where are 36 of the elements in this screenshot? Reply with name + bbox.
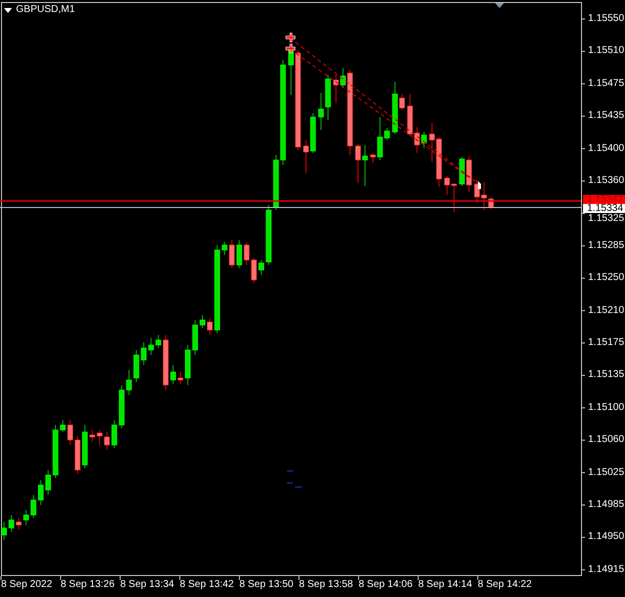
price-axis-label: 1.15435 — [588, 111, 624, 122]
price-axis-label: 1.15475 — [588, 78, 624, 89]
arrow-marker-icon — [478, 181, 481, 189]
price-axis-label: 1.14950 — [588, 532, 624, 542]
time-axis-label: 8 Sep 14:06 — [358, 579, 413, 591]
dropdown-triangle-icon[interactable] — [4, 8, 12, 12]
price-axis-label: 1.15100 — [588, 402, 624, 413]
time-axis-label: 8 Sep 13:26 — [60, 579, 115, 591]
time-axis-label: 8 Sep 13:50 — [239, 579, 294, 591]
time-axis-label: 8 Sep 14:14 — [418, 579, 472, 591]
price-axis-label: 1.15210 — [588, 306, 624, 316]
triangle-marker-icon — [495, 3, 504, 8]
time-axis-label: 8 Sep 13:42 — [180, 579, 234, 591]
price-axis-label: 1.15400 — [588, 144, 624, 154]
price-axis-label: 1.15360 — [588, 176, 624, 186]
price-axis-label: 1.15175 — [588, 338, 624, 348]
cross-marker-icon — [286, 32, 296, 42]
bid-price-label: 1.15342 — [583, 195, 625, 204]
last-price-label: 1.15334 — [583, 204, 625, 213]
time-axis-label: 8 Sep 13:34 — [120, 579, 174, 591]
time-axis-label: 8 Sep 13:58 — [299, 579, 353, 591]
price-axis-label: 1.15550 — [588, 14, 624, 24]
price-axis-label: 1.15060 — [588, 435, 624, 446]
volume-marks-drawing — [286, 470, 302, 488]
chart-title: GBPUSD,M1 — [16, 4, 75, 16]
price-axis-label: 1.14915 — [588, 564, 624, 575]
price-axis-label: 1.15025 — [588, 468, 624, 478]
price-axis-label: 1.15325 — [588, 214, 624, 224]
price-axis-label: 1.15285 — [588, 240, 624, 251]
price-axis-label: 1.15135 — [588, 370, 624, 380]
time-axis-label: 8 Sep 14:22 — [478, 579, 532, 591]
price-axis-label: 1.15250 — [588, 273, 624, 284]
price-axis-label: 1.15510 — [588, 46, 624, 56]
cross-marker-icon — [286, 44, 296, 54]
time-axis-label: 8 Sep 2022 — [1, 579, 52, 591]
price-axis-label: 1.14985 — [588, 500, 624, 510]
